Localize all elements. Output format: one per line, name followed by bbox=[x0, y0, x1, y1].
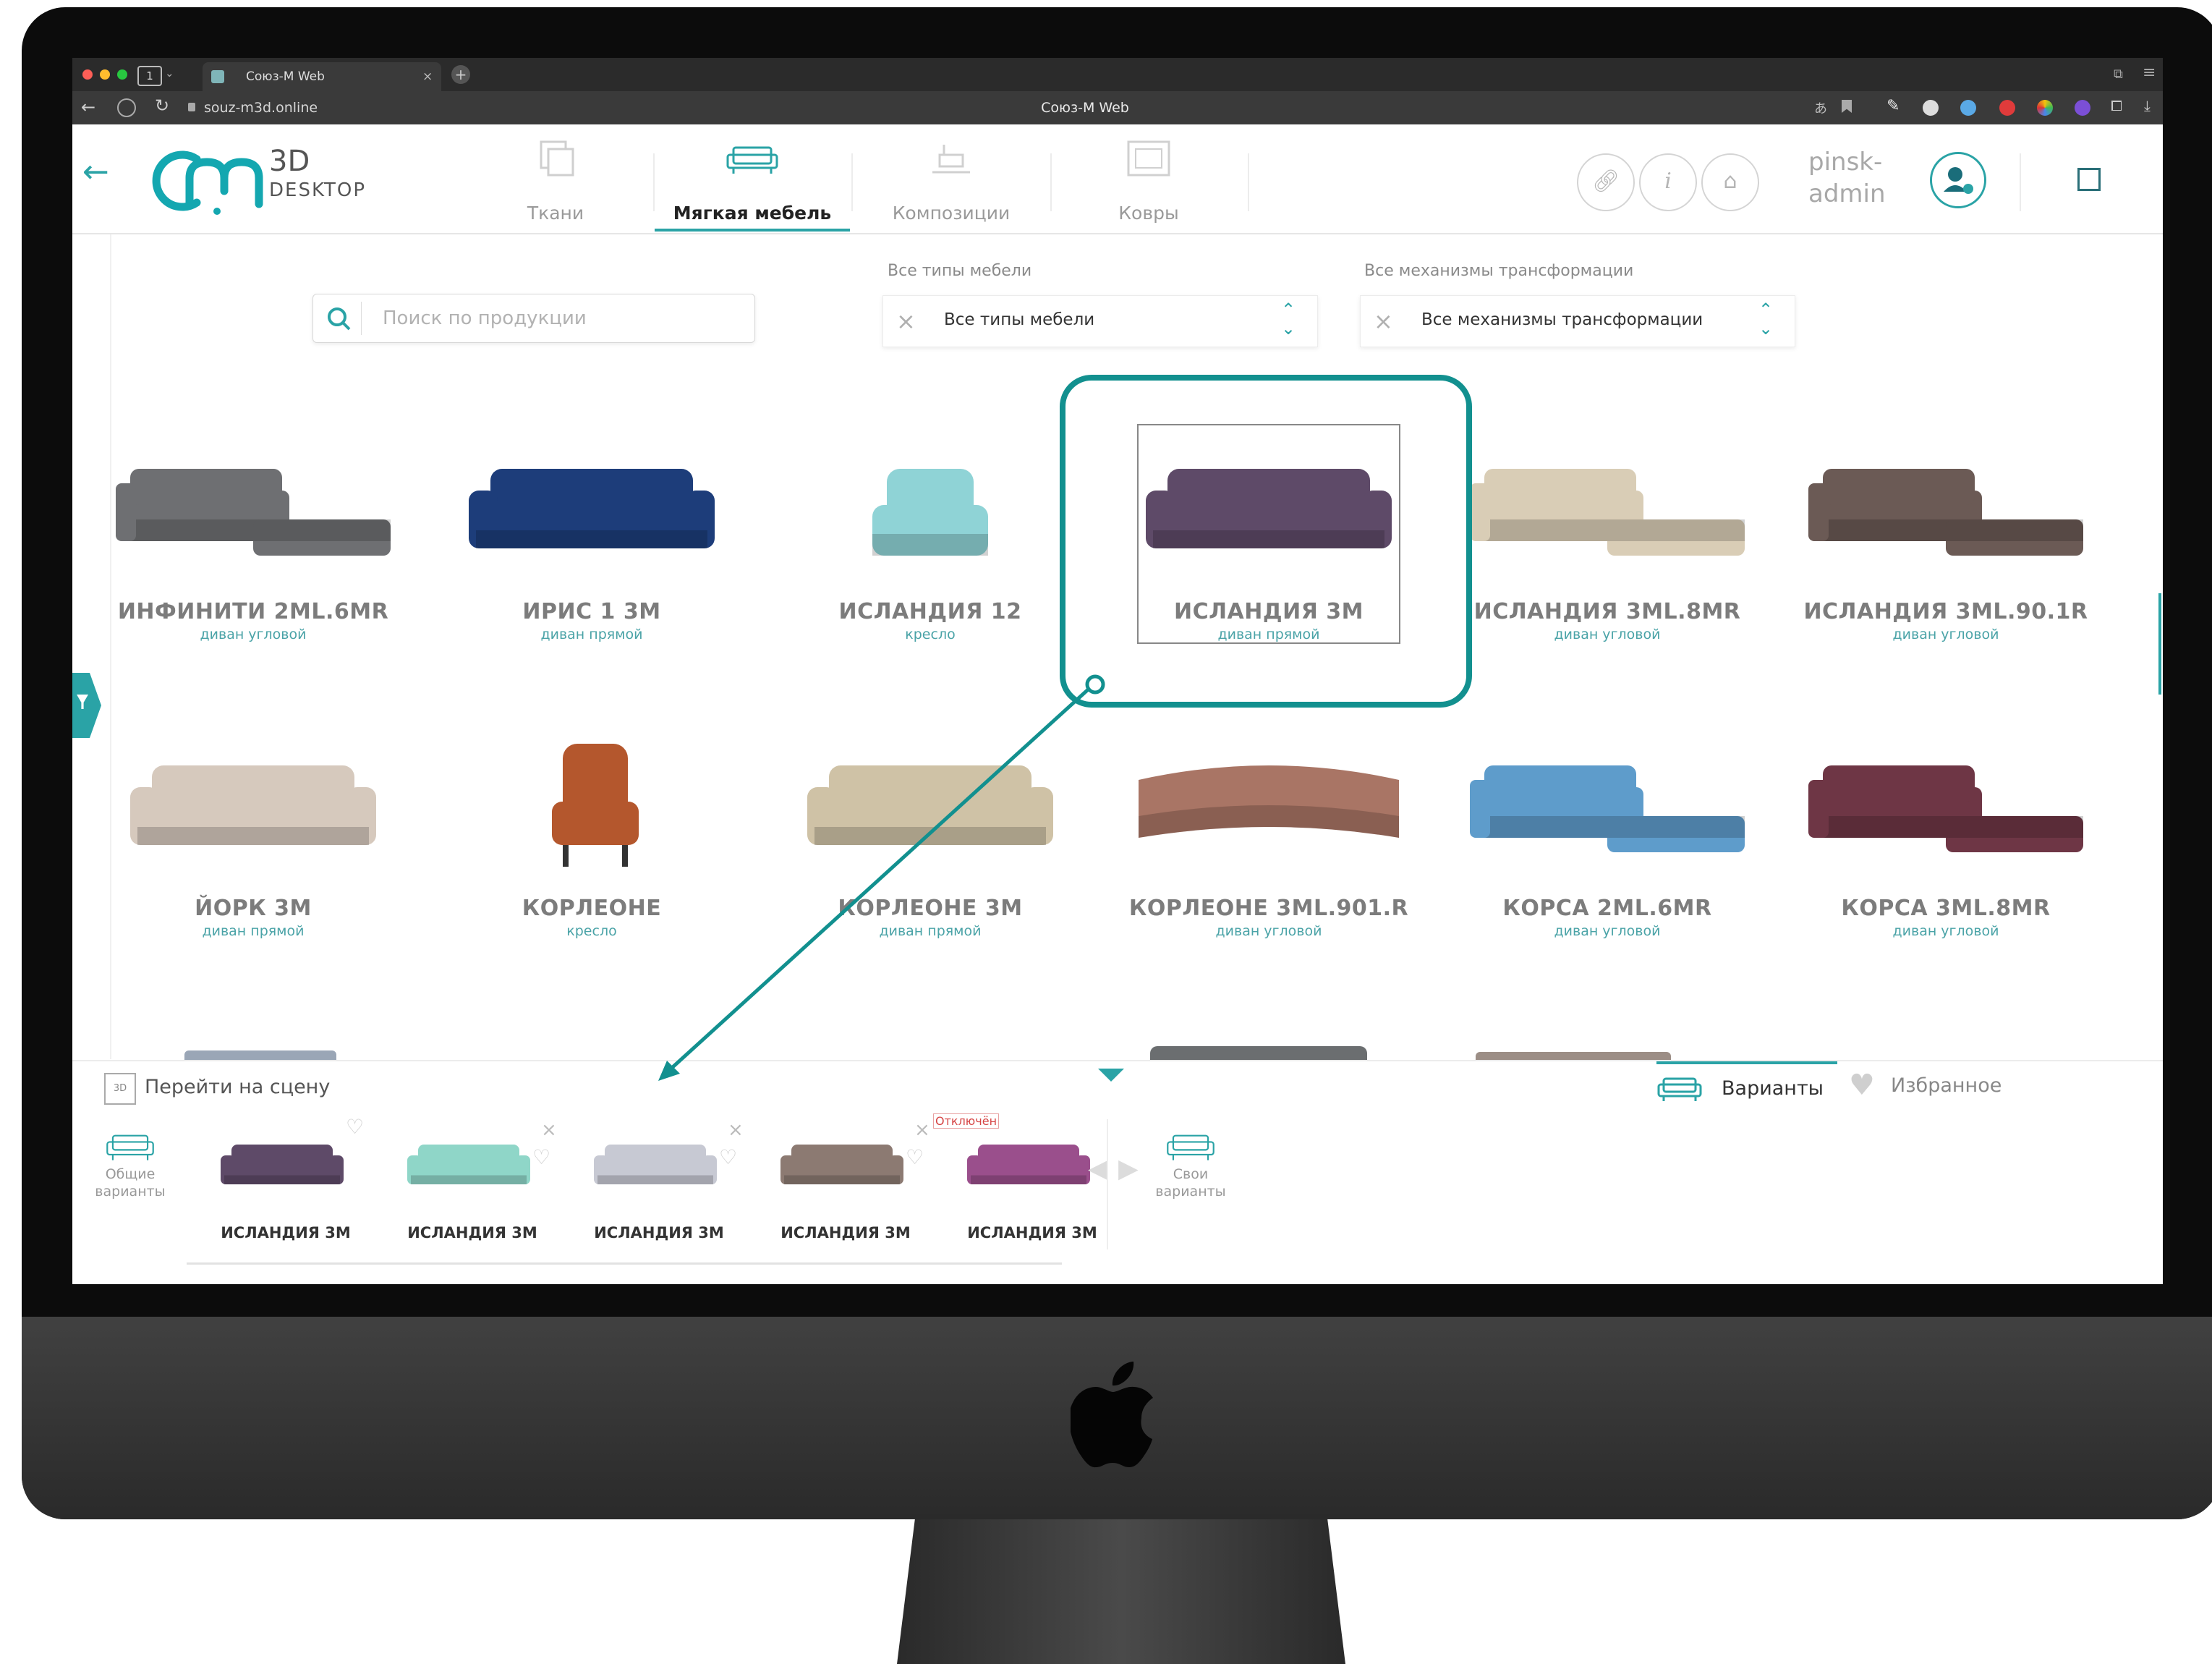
monitor-stand bbox=[897, 1519, 1345, 1664]
screen: 1 ⌄ Союз-М Web × + ⧉ ≡ ← ↻ souz-m3d.onli… bbox=[72, 58, 2163, 1284]
callout-arrow bbox=[658, 674, 1105, 1081]
apple-logo-icon bbox=[1068, 1360, 1165, 1469]
